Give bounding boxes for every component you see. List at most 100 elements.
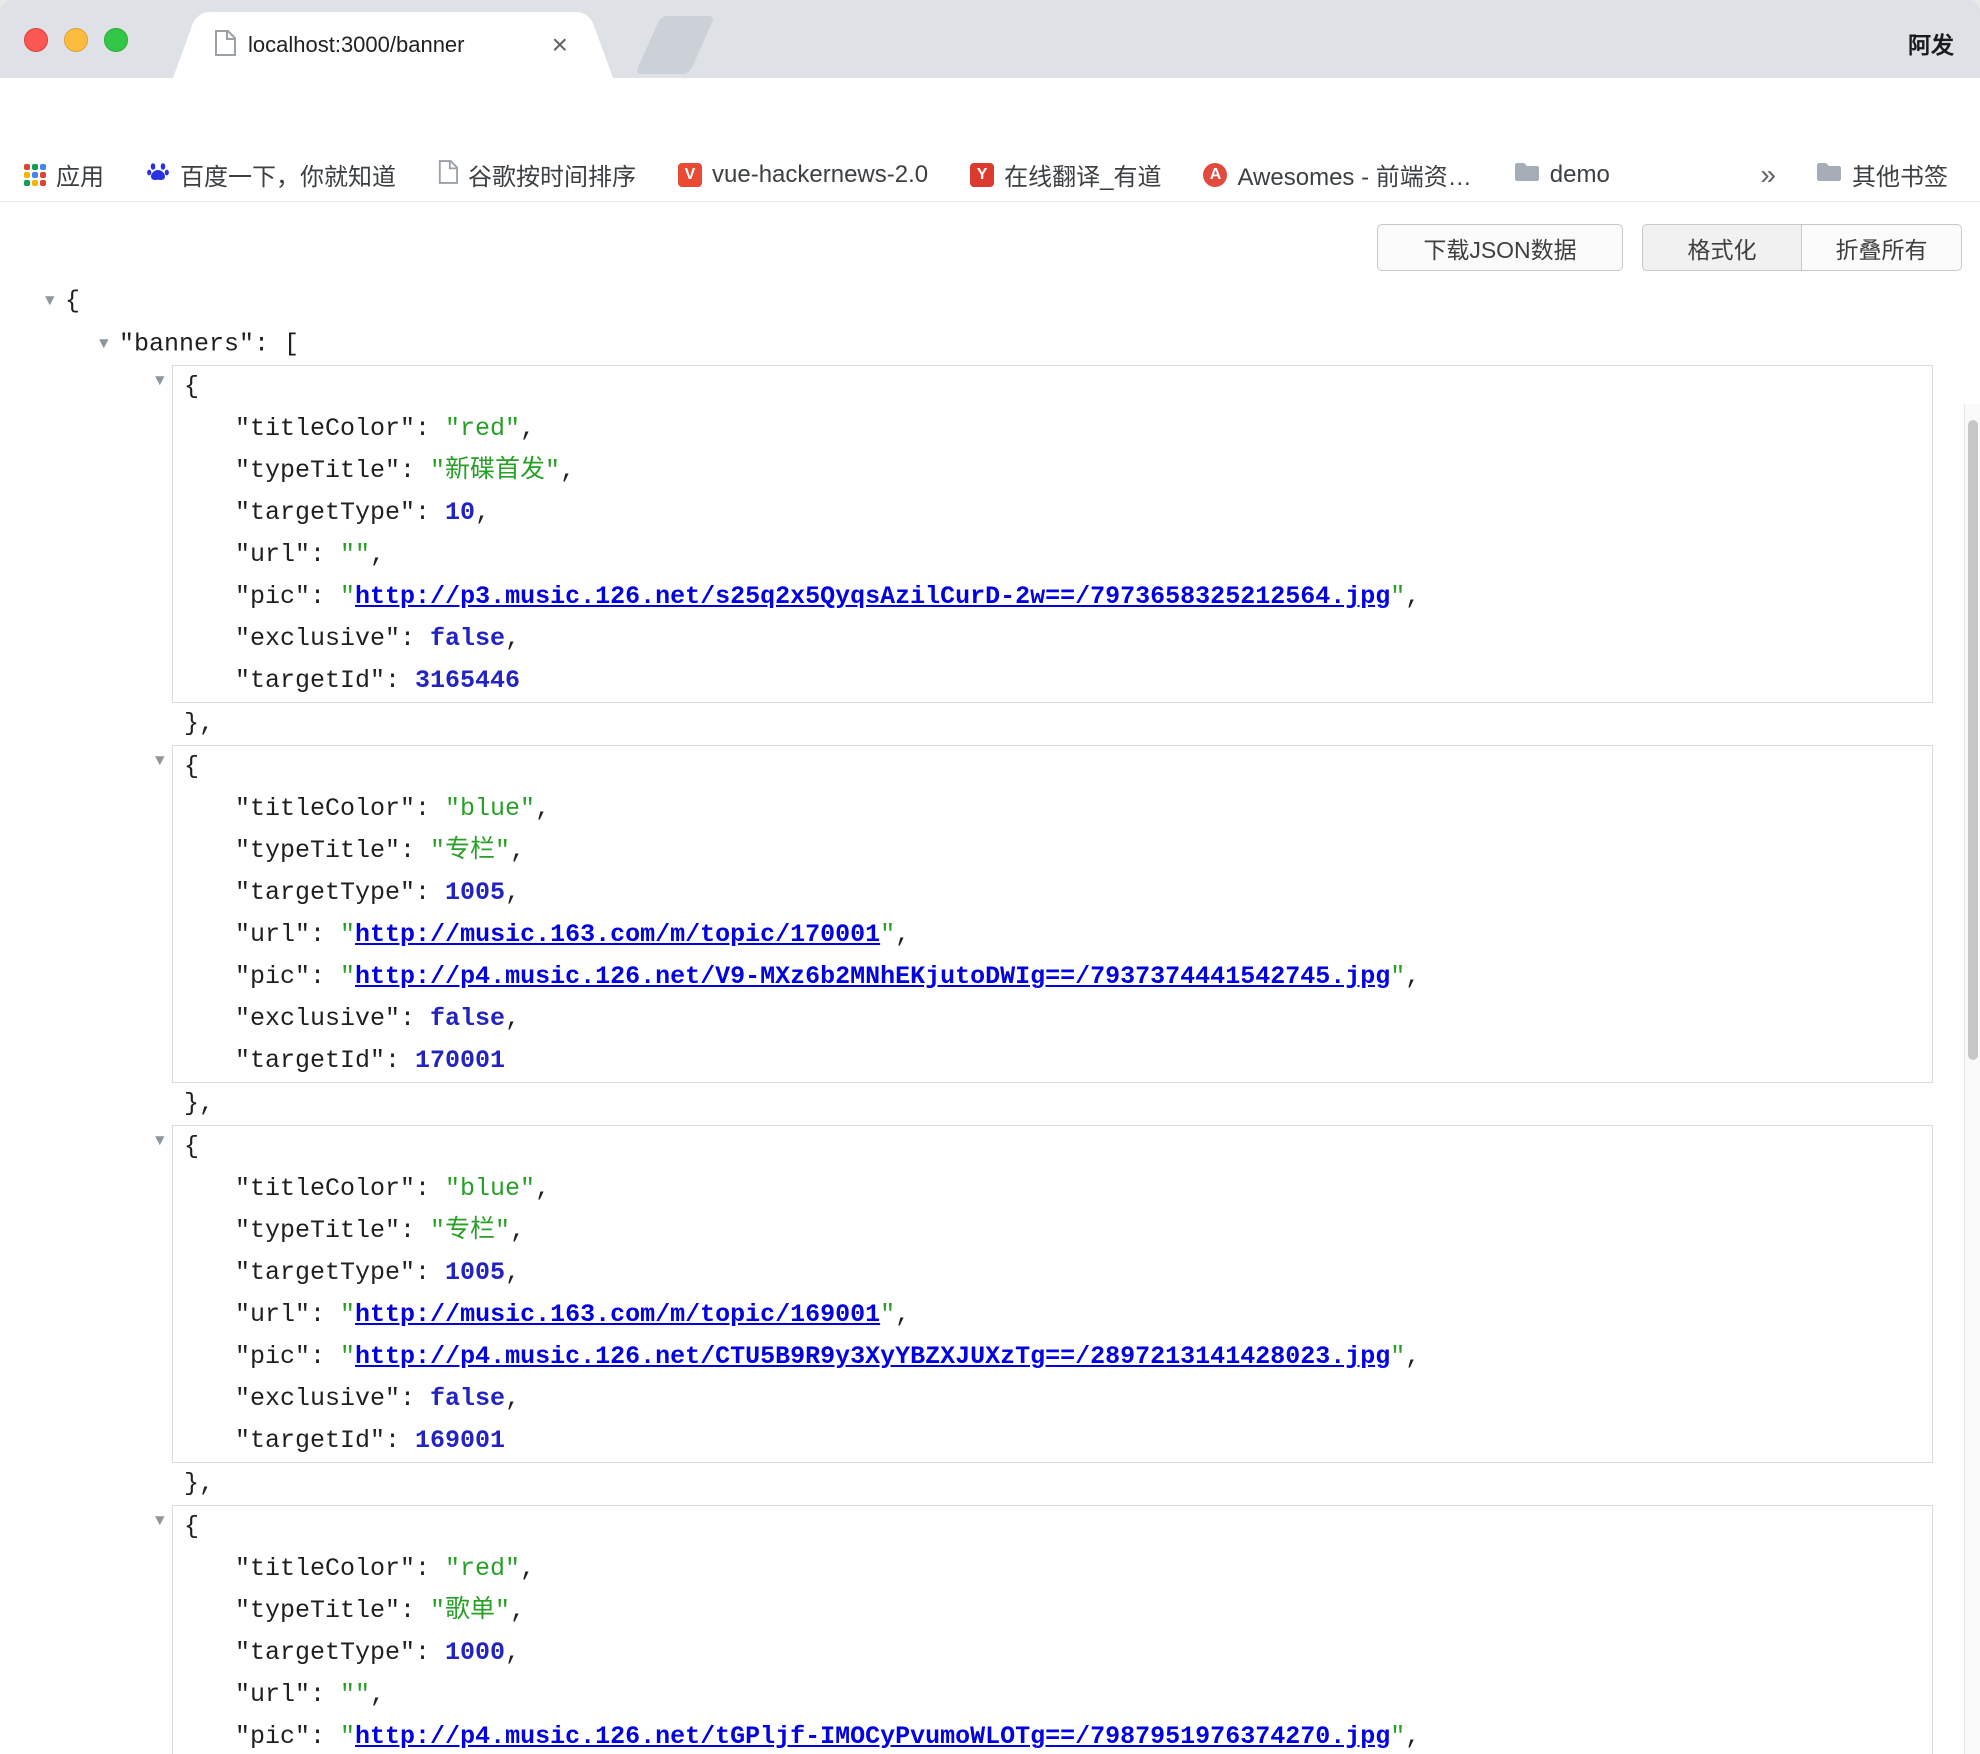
json-line: "url": "http://music.163.com/m/topic/169… bbox=[173, 1294, 1932, 1336]
bookmark-apps[interactable]: 应用 bbox=[24, 157, 104, 192]
json-key: "typeTitle": bbox=[235, 836, 430, 865]
download-json-button[interactable]: 下载JSON数据 bbox=[1377, 224, 1623, 271]
json-url-link[interactable]: http://music.163.com/m/topic/170001 bbox=[355, 920, 880, 949]
json-line: "url": "", bbox=[173, 1674, 1932, 1716]
traffic-light-close-button[interactable] bbox=[24, 28, 48, 52]
json-url-link[interactable]: http://music.163.com/m/topic/169001 bbox=[355, 1300, 880, 1329]
new-tab-button[interactable] bbox=[635, 16, 715, 74]
json-array-item: ▼{"titleColor": "blue","typeTitle": "专栏"… bbox=[0, 1125, 1960, 1505]
json-value-string: "" bbox=[340, 1680, 370, 1709]
browser-tab[interactable]: localhost:3000/banner × bbox=[200, 12, 586, 78]
bookmark-baidu[interactable]: 百度一下，你就知道 bbox=[146, 157, 396, 192]
json-key: "url": bbox=[235, 1680, 340, 1709]
json-url-link[interactable]: http://p4.music.126.net/V9-MXz6b2MNhEKju… bbox=[355, 962, 1390, 991]
json-array-item: ▼{ "titleColor": "red", "typeTitle": "新碟首发… bbox=[0, 365, 1960, 745]
collapse-toggle-icon[interactable]: ▼ bbox=[99, 323, 119, 365]
collapse-all-button[interactable]: 折叠所有 bbox=[1802, 224, 1962, 271]
quote-mark: " bbox=[1390, 1722, 1405, 1751]
bookmark-demo-folder[interactable]: demo bbox=[1514, 161, 1610, 189]
json-key: "targetType": bbox=[235, 498, 445, 527]
collapse-toggle-icon[interactable]: ▼ bbox=[155, 372, 175, 390]
json-key: "targetType": bbox=[235, 1258, 445, 1287]
json-value-number: 1000 bbox=[445, 1638, 505, 1667]
profile-name[interactable]: 阿发 bbox=[1908, 26, 1954, 60]
json-key: "titleColor": bbox=[235, 414, 445, 443]
open-brace: { bbox=[184, 752, 199, 781]
json-key: "targetId": bbox=[235, 1426, 415, 1455]
json-value-string: "专栏" bbox=[430, 1216, 510, 1245]
bookmark-label: demo bbox=[1550, 161, 1610, 189]
format-button[interactable]: 格式化 bbox=[1642, 224, 1802, 271]
comma: , bbox=[1405, 962, 1420, 991]
open-brace: { bbox=[184, 1512, 199, 1541]
json-value-number: 170001 bbox=[415, 1046, 505, 1075]
traffic-light-minimize-button[interactable] bbox=[64, 28, 88, 52]
json-key: "url": bbox=[235, 540, 340, 569]
json-line: { bbox=[173, 1506, 1932, 1548]
json-value-string: "新碟首发" bbox=[430, 456, 560, 485]
comma: , bbox=[370, 1680, 385, 1709]
page-content: 下载JSON数据 格式化 折叠所有 ▼{ ▼"banners": [ ▼{"ti… bbox=[0, 202, 1980, 1754]
json-line: "pic": "http://p4.music.126.net/V9-MXz6b… bbox=[173, 956, 1932, 998]
json-value-number: 169001 bbox=[415, 1426, 505, 1455]
json-value-string: "blue" bbox=[445, 1174, 535, 1203]
quote-mark: " bbox=[1390, 962, 1405, 991]
json-value-string: "blue" bbox=[445, 794, 535, 823]
json-value-string: "red" bbox=[445, 414, 520, 443]
comma: , bbox=[505, 624, 520, 653]
json-key: "targetId": bbox=[235, 1046, 415, 1075]
json-line: "typeTitle": "专栏", bbox=[173, 1210, 1932, 1252]
quote-mark: " bbox=[340, 920, 355, 949]
json-value-string: "" bbox=[340, 540, 370, 569]
json-key: "pic": bbox=[235, 962, 340, 991]
json-key: "exclusive": bbox=[235, 1384, 430, 1413]
json-line: "typeTitle": "专栏", bbox=[173, 830, 1932, 872]
bookmarks-overflow-chevron[interactable]: » bbox=[1760, 159, 1776, 191]
json-url-link[interactable]: http://p3.music.126.net/s25q2x5QyqsAzilC… bbox=[355, 582, 1390, 611]
collapse-toggle-icon[interactable]: ▼ bbox=[155, 1512, 175, 1530]
json-key: "targetType": bbox=[235, 878, 445, 907]
collapse-toggle-icon[interactable]: ▼ bbox=[45, 280, 65, 322]
json-key: "typeTitle": bbox=[235, 1596, 430, 1625]
json-line: "targetId": 169001 bbox=[173, 1420, 1932, 1462]
json-url-link[interactable]: http://p4.music.126.net/tGPljf-IMOCyPvum… bbox=[355, 1722, 1390, 1751]
open-brace: { bbox=[184, 1132, 199, 1161]
json-line: "targetType": 10, bbox=[173, 492, 1932, 534]
quote-mark: " bbox=[340, 582, 355, 611]
comma: , bbox=[370, 540, 385, 569]
json-line: "pic": "http://p3.music.126.net/s25q2x5Q… bbox=[173, 576, 1932, 618]
traffic-light-zoom-button[interactable] bbox=[104, 28, 128, 52]
json-key: "pic": bbox=[235, 1722, 340, 1751]
json-url-link[interactable]: http://p4.music.126.net/CTU5B9R9y3XyYBZX… bbox=[355, 1342, 1390, 1371]
collapse-toggle-icon[interactable]: ▼ bbox=[155, 1132, 175, 1150]
bookmark-youdao-translate[interactable]: Y 在线翻译_有道 bbox=[970, 157, 1161, 192]
scrollbar[interactable] bbox=[1964, 404, 1980, 1754]
bookmark-awesomes[interactable]: A Awesomes - 前端资… bbox=[1203, 157, 1471, 192]
json-line: "targetType": 1005, bbox=[173, 1252, 1932, 1294]
json-value-number: 10 bbox=[445, 498, 475, 527]
json-value-boolean: false bbox=[430, 1384, 505, 1413]
scrollbar-thumb[interactable] bbox=[1968, 420, 1978, 1060]
json-line: }, bbox=[0, 1463, 1960, 1505]
json-line: "targetId": 170001 bbox=[173, 1040, 1932, 1082]
collapse-toggle-icon[interactable]: ▼ bbox=[155, 752, 175, 770]
tab-close-icon[interactable]: × bbox=[548, 31, 572, 59]
browser-toolbar: localhost:3000/banner ☆ V 英 en FE T bbox=[0, 78, 1980, 148]
quote-mark: " bbox=[340, 962, 355, 991]
json-key: "titleColor": bbox=[235, 1174, 445, 1203]
json-object-box: { "titleColor": "red", "typeTitle": "新碟首发"… bbox=[172, 365, 1933, 703]
json-line: "typeTitle": "新碟首发", bbox=[173, 450, 1932, 492]
bookmark-label: 在线翻译_有道 bbox=[1004, 157, 1161, 192]
json-key: "pic": bbox=[235, 582, 340, 611]
json-line: }, bbox=[0, 703, 1960, 745]
bookmark-google-sort[interactable]: 谷歌按时间排序 bbox=[438, 157, 636, 192]
bookmarks-bar: 应用 百度一下，你就知道 谷歌按时间排序 V vue-hackernews-2.… bbox=[0, 148, 1980, 202]
json-line: { bbox=[173, 366, 1932, 408]
browser-window: localhost:3000/banner × 阿发 localhost:300… bbox=[0, 0, 1980, 1754]
bookmark-label: 应用 bbox=[56, 157, 104, 192]
other-bookmarks-folder[interactable]: 其他书签 bbox=[1816, 157, 1948, 192]
json-line: "targetType": 1000, bbox=[173, 1632, 1932, 1674]
bookmark-vue-hackernews[interactable]: V vue-hackernews-2.0 bbox=[678, 161, 928, 189]
json-key: "titleColor": bbox=[235, 1554, 445, 1583]
json-key: "targetId": bbox=[235, 666, 415, 695]
